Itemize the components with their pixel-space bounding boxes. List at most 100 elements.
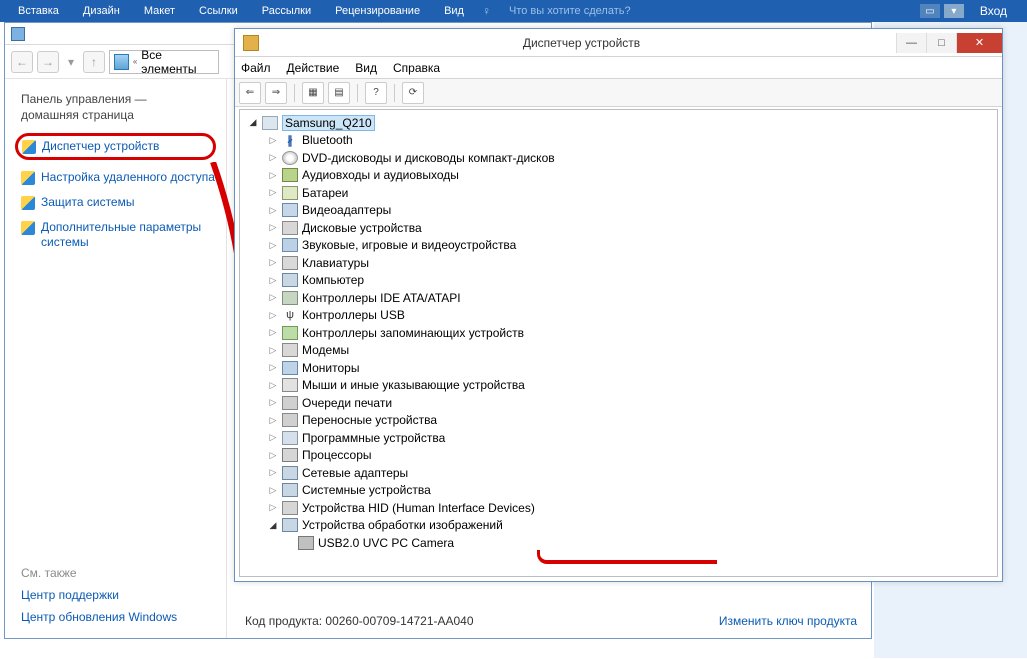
breadcrumb-bar[interactable]: « Все элементы	[109, 50, 219, 74]
link-device-manager[interactable]: Диспетчер устройств	[15, 133, 216, 160]
link-windows-update[interactable]: Центр обновления Windows	[21, 610, 216, 624]
cp-sidebar: Панель управления — домашняя страница Ди…	[5, 79, 227, 638]
expand-icon[interactable]: ▷	[268, 502, 278, 513]
ribbon-tab[interactable]: Вставка	[6, 3, 71, 19]
category-icon	[282, 256, 298, 270]
category-icon	[282, 168, 298, 182]
link-advanced-settings[interactable]: Дополнительные параметры системы	[21, 220, 216, 250]
close-button[interactable]: ✕	[956, 33, 1002, 53]
expand-icon[interactable]: ▷	[268, 380, 278, 391]
tree-category[interactable]: ▷Аудиовходы и аудиовыходы	[240, 167, 997, 185]
toolbar-scan[interactable]: ⟳	[402, 82, 424, 104]
dm-titlebar[interactable]: Диспетчер устройств — □ ✕	[235, 29, 1002, 57]
link-system-protection[interactable]: Защита системы	[21, 195, 216, 210]
toolbar-forward[interactable]: ⇒	[265, 82, 287, 104]
expand-icon[interactable]: ▷	[268, 240, 278, 251]
tree-category[interactable]: ▷Дисковые устройства	[240, 219, 997, 237]
dm-menu-bar: Файл Действие Вид Справка	[235, 57, 1002, 79]
tree-category[interactable]: ▷Мыши и иные указывающие устройства	[240, 377, 997, 395]
back-button[interactable]: ←	[11, 51, 33, 73]
tree-category[interactable]: ▷Контроллеры IDE ATA/ATAPI	[240, 289, 997, 307]
expand-icon[interactable]: ◢	[248, 117, 258, 128]
expand-icon[interactable]: ▷	[268, 397, 278, 408]
tree-root[interactable]: ◢ Samsung_Q210	[240, 114, 997, 132]
expand-icon[interactable]: ▷	[268, 345, 278, 356]
tree-category[interactable]: ▷Батареи	[240, 184, 997, 202]
menu-file[interactable]: Файл	[241, 61, 271, 75]
tree-category[interactable]: ▷Устройства HID (Human Interface Devices…	[240, 499, 997, 517]
tree-category[interactable]: ▷Клавиатуры	[240, 254, 997, 272]
ribbon-tab[interactable]: Дизайн	[71, 3, 132, 19]
recent-dropdown[interactable]: ▾	[63, 51, 79, 73]
expand-icon[interactable]: ▷	[268, 292, 278, 303]
annotation-underline	[537, 550, 717, 564]
menu-view[interactable]: Вид	[355, 61, 377, 75]
menu-help[interactable]: Справка	[393, 61, 440, 75]
up-button[interactable]: ↑	[83, 51, 105, 73]
tree-category[interactable]: ▷∦Bluetooth	[240, 132, 997, 150]
ribbon-tab[interactable]: Рассылки	[250, 3, 323, 19]
expand-icon[interactable]: ▷	[268, 485, 278, 496]
tree-category[interactable]: ▷ψКонтроллеры USB	[240, 307, 997, 325]
menu-action[interactable]: Действие	[287, 61, 340, 75]
toolbar-back[interactable]: ⇐	[239, 82, 261, 104]
tree-category[interactable]: ▷Звуковые, игровые и видеоустройства	[240, 237, 997, 255]
tree-category[interactable]: ▷Мониторы	[240, 359, 997, 377]
expand-icon[interactable]: ▷	[268, 310, 278, 321]
sign-in[interactable]: Вход	[966, 4, 1021, 18]
ribbon-unknown-button[interactable]: ▭	[920, 4, 940, 18]
tree-category[interactable]: ▷Контроллеры запоминающих устройств	[240, 324, 997, 342]
tree-category[interactable]: ▷Системные устройства	[240, 482, 997, 500]
lightbulb-icon: ♀	[482, 4, 491, 18]
tree-category[interactable]: ▷Модемы	[240, 342, 997, 360]
toolbar-show-hidden[interactable]: ▦	[302, 82, 324, 104]
expand-icon[interactable]: ▷	[268, 152, 278, 163]
expand-icon[interactable]: ▷	[268, 275, 278, 286]
link-remote-settings[interactable]: Настройка удаленного доступа	[21, 170, 216, 185]
expand-icon[interactable]: ▷	[268, 170, 278, 181]
tree-device-camera[interactable]: USB2.0 UVC PC Camera	[240, 534, 997, 552]
category-icon	[282, 291, 298, 305]
tree-category[interactable]: ▷ Процессоры	[240, 447, 997, 465]
category-label: Процессоры	[302, 448, 372, 462]
forward-button[interactable]: →	[37, 51, 59, 73]
tree-category[interactable]: ▷Очереди печати	[240, 394, 997, 412]
ribbon-tab[interactable]: Макет	[132, 3, 187, 19]
ribbon-tab[interactable]: Вид	[432, 3, 476, 19]
expand-icon[interactable]: ▷	[268, 467, 278, 478]
expand-icon[interactable]: ▷	[268, 135, 278, 146]
expand-icon[interactable]: ▷	[268, 205, 278, 216]
tell-me[interactable]: Что вы хотите сделать?	[497, 3, 643, 19]
collapse-icon[interactable]: ◢	[268, 520, 278, 531]
ribbon-unknown-button[interactable]: ▾	[944, 4, 964, 18]
expand-icon[interactable]: ▷	[268, 327, 278, 338]
expand-icon[interactable]: ▷	[268, 450, 278, 461]
expand-icon[interactable]: ▷	[268, 187, 278, 198]
category-icon	[282, 483, 298, 497]
expand-icon[interactable]: ▷	[268, 415, 278, 426]
maximize-button[interactable]: □	[926, 33, 956, 53]
tree-category[interactable]: ▷Компьютер	[240, 272, 997, 290]
expand-icon[interactable]: ▷	[268, 257, 278, 268]
ribbon-tab[interactable]: Ссылки	[187, 3, 250, 19]
ribbon-tab[interactable]: Рецензирование	[323, 3, 432, 19]
change-product-key[interactable]: Изменить ключ продукта	[719, 614, 857, 628]
expand-icon[interactable]: ▷	[268, 362, 278, 373]
tree-category[interactable]: ▷Сетевые адаптеры	[240, 464, 997, 482]
device-manager-window: Диспетчер устройств — □ ✕ Файл Действие …	[234, 28, 1003, 582]
toolbar-properties[interactable]: ▤	[328, 82, 350, 104]
root-label: Samsung_Q210	[282, 115, 375, 131]
link-support-center[interactable]: Центр поддержки	[21, 588, 216, 602]
tree-category[interactable]: ▷DVD-дисководы и дисководы компакт-диско…	[240, 149, 997, 167]
tree-category[interactable]: ▷Переносные устройства	[240, 412, 997, 430]
tree-category[interactable]: ▷ Видеоадаптеры	[240, 202, 997, 220]
category-label: Видеоадаптеры	[302, 203, 391, 217]
computer-icon	[262, 116, 278, 130]
expand-icon[interactable]: ▷	[268, 432, 278, 443]
minimize-button[interactable]: —	[896, 33, 926, 53]
toolbar-help[interactable]: ?	[365, 82, 387, 104]
tree-category[interactable]: ▷Программные устройства	[240, 429, 997, 447]
tree-category[interactable]: ◢Устройства обработки изображений	[240, 517, 997, 535]
device-tree[interactable]: ◢ Samsung_Q210 ▷∦Bluetooth▷DVD-дисководы…	[239, 109, 998, 577]
expand-icon[interactable]: ▷	[268, 222, 278, 233]
